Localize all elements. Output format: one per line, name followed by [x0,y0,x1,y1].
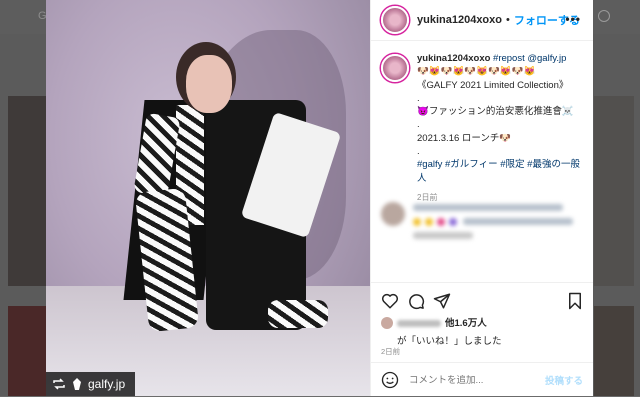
post-modal: galfy.jp yukina1204xoxo • フォローする ••• yuk… [46,0,593,396]
emoji-smile-icon[interactable] [381,371,399,389]
caption-line-launch: 2021.3.16 ローンチ🐶 [417,132,512,144]
post-actions [381,292,585,312]
hashtag-link[interactable]: #最強の一般人 [417,159,580,183]
liker-username-blurred[interactable] [397,319,441,327]
image-credit-badge[interactable]: galfy.jp [46,372,136,396]
post-header: yukina1204xoxo • フォローする ••• [371,0,593,41]
background-heart-icon [598,10,610,22]
caption-body: yukina1204xoxo #repost @galfy.jp 🐶😻🐶😻🐶😻🐶… [417,52,587,204]
hashtag-link[interactable]: #限定 [500,159,524,170]
blurred-comment-avatar [381,202,405,226]
blurred-emoji-icon [437,218,445,226]
blurred-comment-text [413,204,563,211]
image-credit-text: galfy.jp [88,377,126,391]
caption-dot: . [417,146,420,158]
likes-count[interactable]: 他1.6万人 [445,318,487,329]
caption-line-collection: 《GALFY 2021 Limited Collection》 [417,79,569,91]
blurred-comment-text [413,232,473,239]
post-comment-button[interactable]: 投稿する [545,373,583,387]
repost-hashtag[interactable]: #repost [493,53,525,64]
caption-hashtags: #galfy #ガルフィー #限定 #最強の一般人 [417,158,587,185]
more-options-icon[interactable]: ••• [565,12,581,26]
author-avatar[interactable] [381,6,409,34]
post-side-panel: yukina1204xoxo • フォローする ••• yukina1204xo… [370,0,593,396]
post-photo[interactable]: galfy.jp [46,0,370,396]
author-username[interactable]: yukina1204xoxo [417,14,502,26]
liker-avatar[interactable] [381,317,393,330]
caption-emoji-line: 🐶😻🐶😻🐶😻🐶😻🐶😻 [417,66,536,78]
caption-line-slogan: 😈ファッション的治安悪化推進會☠️ [417,106,574,118]
blurred-emoji-icon [413,218,421,226]
comment-input[interactable] [409,374,519,386]
repost-icon [53,378,65,390]
blurred-comment-text [463,218,573,225]
galfy-dog-icon [73,378,81,390]
caption-dot: . [417,92,420,104]
photo-face [186,55,232,113]
hashtag-link[interactable]: #ガルフィー [445,159,498,170]
repost-mention[interactable]: @galfy.jp [527,53,566,64]
photo-zebra-boot-right [268,300,328,328]
comment-bar: 投稿する [371,362,593,397]
likes-summary: 他1.6万人 が「いいね！」しました [381,315,585,347]
caption-timestamp: 2日前 [417,192,438,202]
post-timestamp: 2日前 [381,347,401,356]
caption-username[interactable]: yukina1204xoxo [417,53,490,64]
hashtag-link[interactable]: #galfy [417,159,442,170]
header-separator: • [506,14,510,26]
blurred-emoji-icon [449,218,457,226]
actions-divider [371,282,593,283]
likes-suffix: が「いいね！」しました [397,336,502,348]
caption-avatar[interactable] [381,54,409,82]
bookmark-icon[interactable] [567,292,583,310]
blurred-emoji-icon [425,218,433,226]
caption-dot: . [417,119,420,131]
heart-icon[interactable] [381,292,399,310]
share-icon[interactable] [433,292,451,310]
post-caption: yukina1204xoxo #repost @galfy.jp 🐶😻🐶😻🐶😻🐶… [381,52,587,204]
comment-icon[interactable] [407,292,425,310]
